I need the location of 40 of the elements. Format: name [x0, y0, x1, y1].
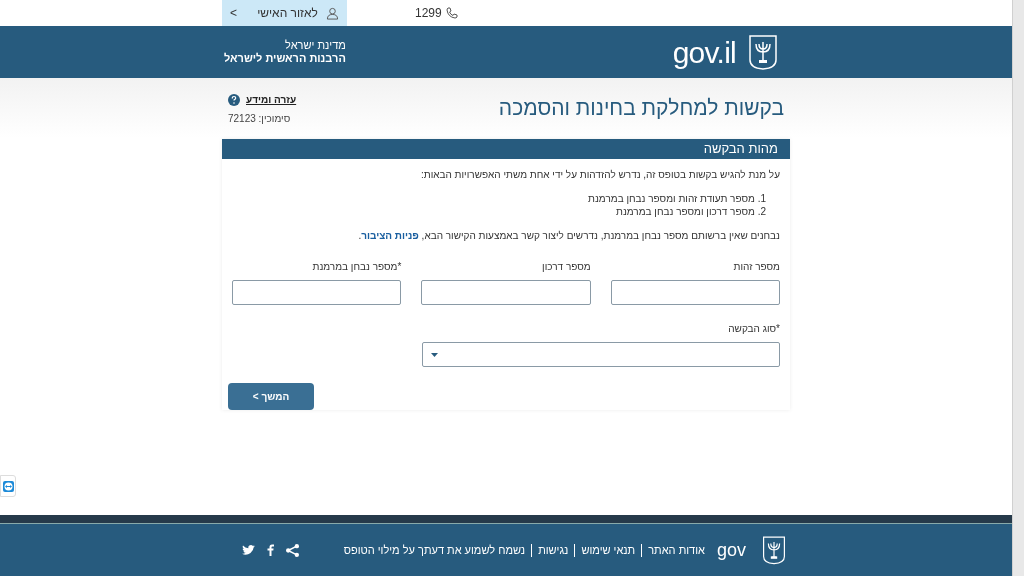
form-code: סימוכין: 72123	[228, 112, 291, 126]
user-icon	[325, 6, 339, 20]
footer-link[interactable]: נשמח לשמוע את דעתך על מילוי הטופס	[343, 541, 526, 559]
remote-support-badge[interactable]	[0, 475, 16, 497]
twitter-icon[interactable]	[242, 545, 255, 555]
phone-number: 1299	[415, 5, 442, 22]
option-item: 2. מספר דרכון ומספר נבחן במרמנת	[614, 205, 766, 218]
share-icon[interactable]	[286, 543, 299, 557]
input-field[interactable]	[421, 280, 591, 305]
dropdown-arrow-icon	[431, 352, 438, 357]
scrollbar[interactable]	[1012, 0, 1024, 576]
next-button[interactable]: המשך >	[228, 383, 314, 410]
footer-link[interactable]: תנאי שימוש	[581, 541, 636, 559]
emblem-icon	[748, 34, 778, 70]
footer-emblem-icon	[762, 535, 786, 565]
section-header: מהות הבקשה	[222, 139, 790, 159]
help-icon	[228, 93, 240, 106]
field-label: מספר דרכון	[541, 260, 591, 274]
facebook-icon[interactable]	[267, 544, 274, 556]
input-field[interactable]	[232, 280, 402, 305]
page-title: בקשות למחלקת בחינות והסמכה	[498, 95, 784, 121]
footer-link[interactable]: אודות האתר	[648, 541, 705, 559]
option-item: 1. מספר תעודת זהות ומספר נבחן במרמנת	[587, 192, 766, 205]
field-label: *מספר נבחן במרמנת	[311, 260, 402, 274]
field-label: *סוג הבקשה	[727, 322, 780, 336]
org-name: מדינת ישראל	[284, 39, 346, 52]
double-arrow-icon	[2, 480, 14, 492]
phone-icon	[445, 7, 458, 19]
footer-gov-logo[interactable]: gov	[716, 536, 746, 564]
intro-text: על מנת להגיש בקשות בטופס זה, נדרש להזדהות על ידי אחת משתי האפשרויות הבאות:	[419, 168, 780, 182]
field-label: מספר זהות	[732, 260, 780, 274]
public-inquiries-link[interactable]: פניות הציבור	[361, 230, 419, 241]
help-link[interactable]: עזרה ומידע	[246, 92, 297, 107]
input-field[interactable]	[610, 280, 780, 305]
note-text: נבחנים שאין ברשותם מספר נבחן במרמנת, נדרשים ליצור קשר באמצעות הקישור הבא, פניות הציבור.	[357, 229, 780, 243]
footer-link[interactable]: נגישות	[538, 541, 569, 559]
request-type-select[interactable]	[422, 342, 780, 367]
personal-area-link[interactable]: לאזור האישי >	[222, 0, 347, 26]
org-name: הרבנות הראשית לישראל	[224, 52, 346, 65]
gov-logo[interactable]: gov.il	[672, 29, 736, 75]
